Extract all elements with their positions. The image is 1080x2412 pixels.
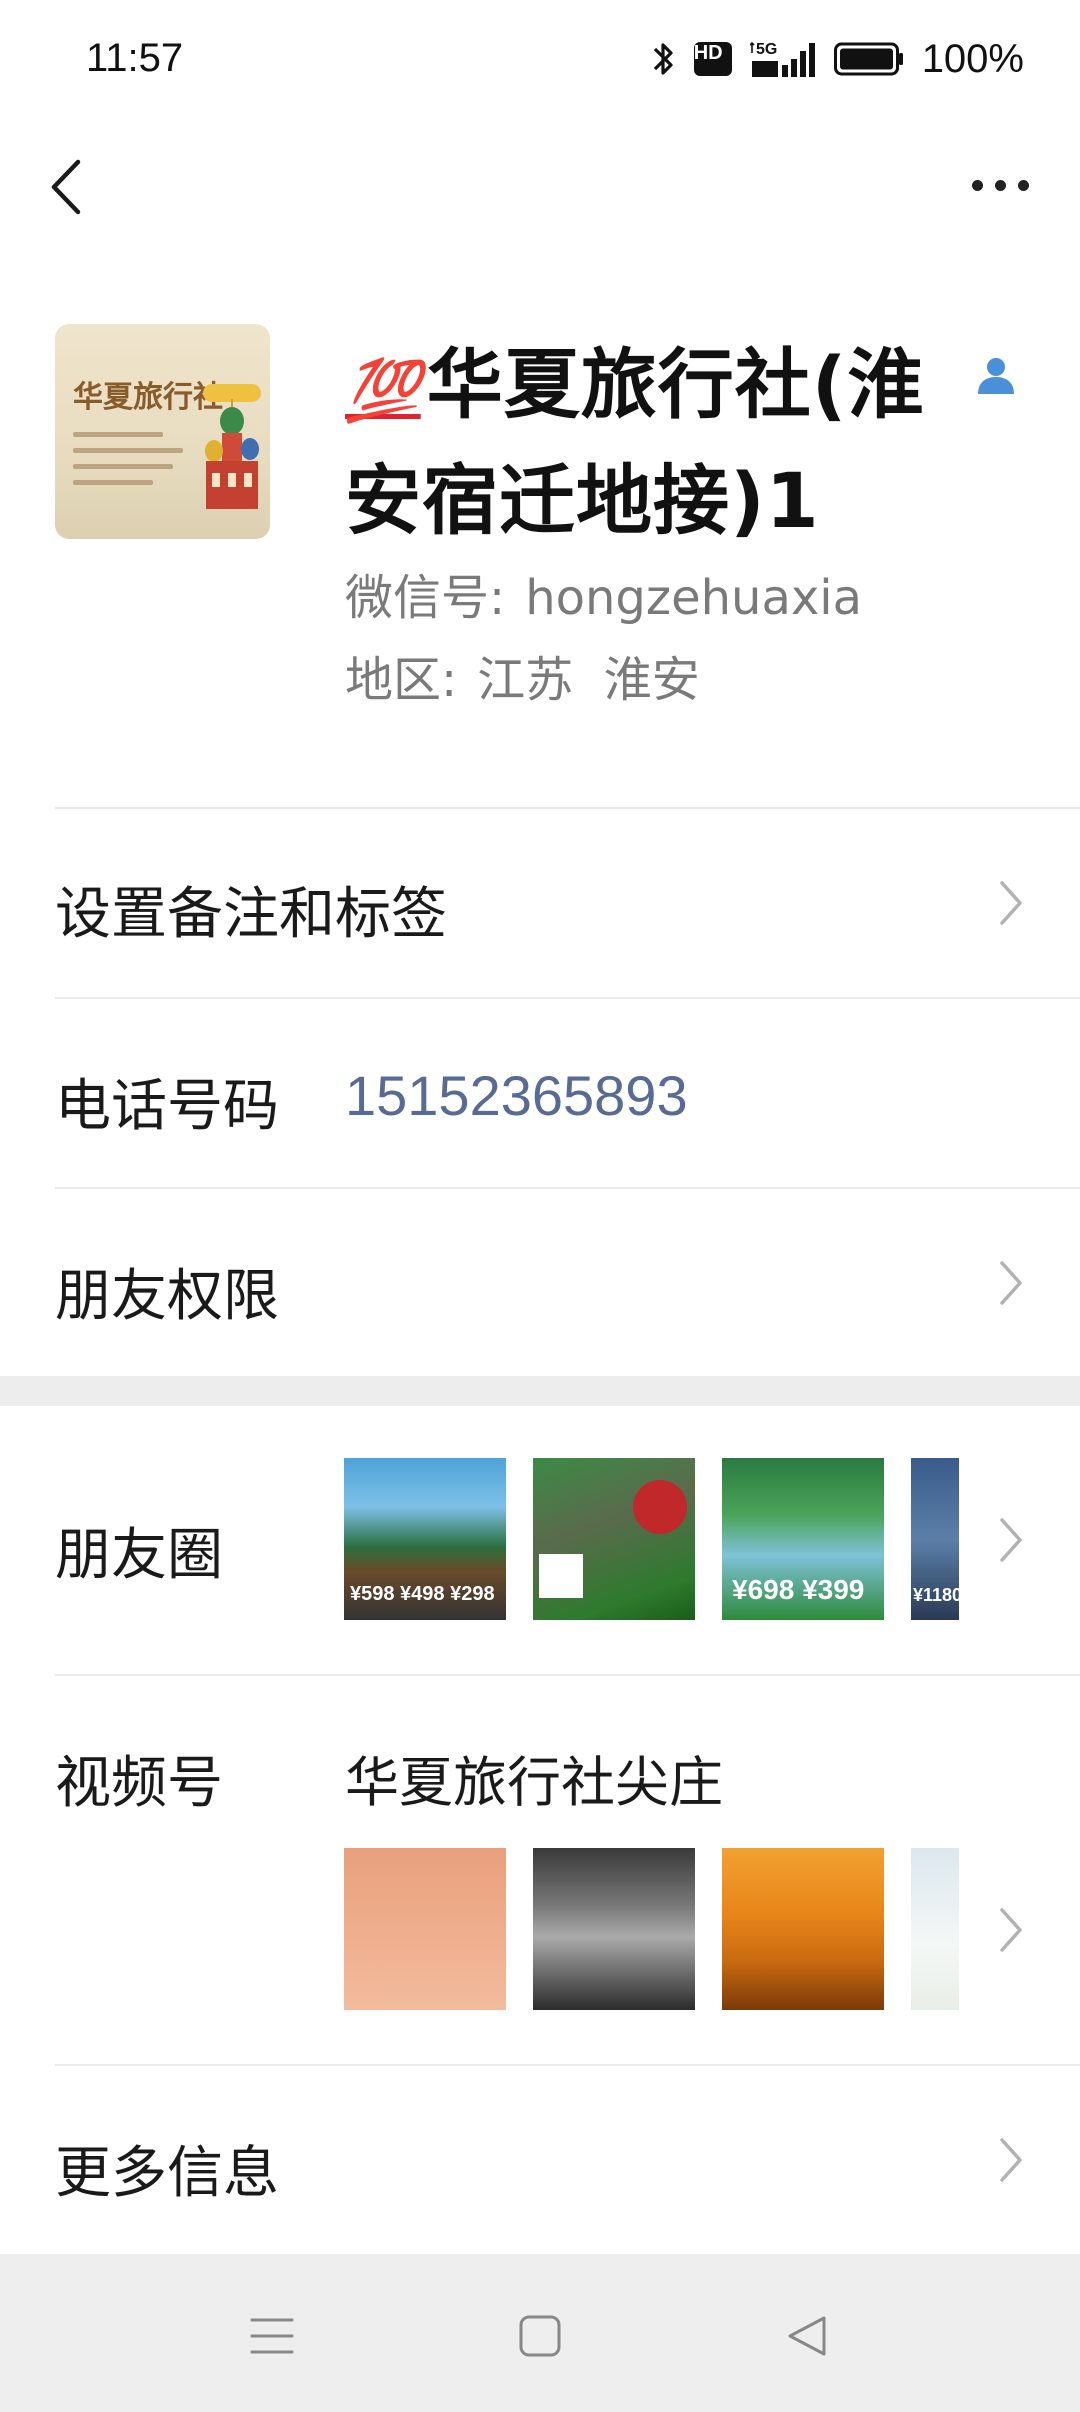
- channel-video-thumbnail: [533, 1848, 695, 2010]
- avatar-text-line: [73, 432, 163, 437]
- chevron-right-icon: [1000, 1261, 1022, 1305]
- section-gap: [0, 1376, 1080, 1406]
- moments-thumbnail: [533, 1458, 695, 1620]
- name-line2: 安宿迁地接)1: [345, 456, 820, 545]
- cathedral-image: [205, 399, 259, 509]
- moments-row[interactable]: 朋友圈 ¥598 ¥498 ¥298 ¥698 ¥399 ¥1180: [0, 1406, 1080, 1674]
- hundred-emoji-icon: 💯: [345, 356, 421, 426]
- wechat-id-value: hongzehuaxia: [525, 570, 863, 626]
- moments-thumbnail: ¥698 ¥399: [722, 1458, 884, 1620]
- status-bar: 11:57 HD 5G 100%: [0, 0, 1080, 120]
- avatar-text-line: [73, 480, 153, 485]
- chevron-right-icon: [1000, 1518, 1022, 1562]
- phone-row: 电话号码 15152365893: [0, 999, 1080, 1187]
- bluetooth-icon: [653, 43, 673, 75]
- more-dot: [971, 179, 983, 191]
- channel-video-thumbnail: [911, 1848, 959, 2010]
- avatar-text-line: [73, 464, 173, 469]
- channel-video-thumbnail: [344, 1848, 506, 2010]
- thumbnail-price: ¥698 ¥399: [732, 1574, 865, 1605]
- signal-5g-icon: 5G: [749, 41, 815, 77]
- profile-name: 💯华夏旅行社(淮 安宿迁地接)1: [345, 330, 1035, 556]
- channels-label: 视频号: [55, 1751, 223, 1816]
- friend-permission-row[interactable]: 朋友权限: [0, 1189, 1080, 1376]
- more-dot: [994, 179, 1006, 191]
- svg-text:5G: 5G: [756, 41, 777, 58]
- back-triangle-icon[interactable]: [780, 2308, 836, 2364]
- moments-thumbnail: ¥1180: [911, 1458, 959, 1620]
- battery-percentage: 100%: [921, 36, 1024, 81]
- chevron-right-icon: [1000, 1908, 1022, 1952]
- thumbnail-price: ¥1180: [913, 1585, 959, 1605]
- wechat-id-label: 微信号:: [345, 570, 506, 626]
- channels-row[interactable]: 视频号 华夏旅行社尖庄: [0, 1676, 1080, 2064]
- more-dot: [1017, 179, 1029, 191]
- moments-thumbnail: ¥598 ¥498 ¥298: [344, 1458, 506, 1620]
- thumbnail-price: ¥598 ¥498 ¥298: [350, 1583, 495, 1605]
- region-value: 江苏 淮安: [477, 652, 700, 708]
- channel-video-thumbnail: [722, 1848, 884, 2010]
- person-icon: [978, 358, 1014, 394]
- badge-icon: [633, 1480, 687, 1534]
- chevron-right-icon: [1000, 881, 1022, 925]
- region-row: 地区: 江苏 淮安: [345, 640, 700, 710]
- home-square-icon[interactable]: [512, 2308, 568, 2364]
- phone-number-link[interactable]: 15152365893: [345, 1063, 688, 1128]
- avatar-text-line: [73, 448, 183, 453]
- channels-name: 华夏旅行社尖庄: [345, 1751, 723, 1814]
- status-time: 11:57: [86, 36, 184, 80]
- menu-icon[interactable]: [244, 2308, 300, 2364]
- more-info-row[interactable]: 更多信息: [0, 2066, 1080, 2254]
- remark-and-tags-row[interactable]: 设置备注和标签: [0, 809, 1080, 997]
- avatar-title: 华夏旅行社: [73, 380, 223, 415]
- qr-code-icon: [539, 1554, 583, 1598]
- back-button[interactable]: [40, 152, 100, 222]
- region-label: 地区:: [345, 652, 458, 708]
- chevron-right-icon: [1000, 2138, 1022, 2182]
- remark-label: 设置备注和标签: [55, 882, 447, 947]
- permission-label: 朋友权限: [55, 1264, 279, 1329]
- more-info-label: 更多信息: [55, 2141, 279, 2206]
- wechat-id-row: 微信号: hongzehuaxia: [345, 558, 862, 628]
- avatar[interactable]: 华夏旅行社: [55, 324, 270, 539]
- status-icons: HD 5G 100%: [650, 34, 1024, 84]
- more-options-button[interactable]: [960, 160, 1040, 210]
- phone-label: 电话号码: [55, 1074, 279, 1139]
- name-line1: 华夏旅行社(淮: [426, 340, 925, 429]
- battery-icon: [833, 42, 903, 76]
- system-navigation-bar: [0, 2254, 1080, 2412]
- hd-icon: HD: [693, 42, 732, 76]
- moments-label: 朋友圈: [55, 1523, 223, 1588]
